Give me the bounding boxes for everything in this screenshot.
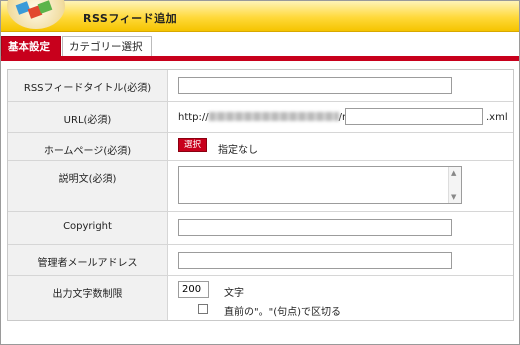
textarea-scrollbar[interactable]: ▲ ▼ (448, 167, 461, 203)
label-feed-title: RSSフィードタイトル(必須) (8, 70, 168, 101)
row-char-limit: 出力文字数制限 文字 直前の"。"(句点)で区切る (8, 276, 513, 320)
row-url: URL(必須) http:///rss/ .xml (8, 102, 513, 133)
header-bar: RSSフィード追加 (1, 0, 519, 32)
label-url: URL(必須) (8, 102, 168, 132)
cut-at-period-checkbox[interactable] (198, 304, 208, 314)
url-suffix: .xml (486, 112, 508, 123)
tab-underline (1, 56, 519, 61)
blurred-domain (208, 111, 339, 121)
row-copyright: Copyright (8, 212, 513, 245)
row-homepage: ホームページ(必須) 選択 指定なし (8, 133, 513, 161)
logo-icon (7, 0, 65, 29)
row-feed-title: RSSフィードタイトル(必須) (8, 70, 513, 102)
scroll-up-icon[interactable]: ▲ (451, 169, 456, 177)
label-copyright: Copyright (8, 212, 168, 244)
cut-at-period-label: 直前の"。"(句点)で区切る (224, 307, 342, 318)
row-admin-email: 管理者メールアドレス (8, 245, 513, 276)
feed-title-input[interactable] (178, 77, 452, 94)
tab-category-select[interactable]: カテゴリー選択 (62, 36, 152, 57)
char-limit-input[interactable] (178, 281, 209, 298)
select-homepage-button[interactable]: 選択 (178, 138, 207, 152)
url-prefix: http:///rss/ (178, 111, 360, 123)
description-textarea[interactable]: ▲ ▼ (178, 166, 462, 204)
page-title: RSSフィード追加 (83, 12, 178, 25)
scroll-down-icon[interactable]: ▼ (451, 193, 456, 201)
admin-email-input[interactable] (178, 252, 452, 269)
url-input[interactable] (345, 108, 483, 125)
label-homepage: ホームページ(必須) (8, 133, 168, 160)
tab-basic-settings[interactable]: 基本設定 (1, 36, 61, 57)
label-char-limit: 出力文字数制限 (8, 276, 168, 320)
settings-form: RSSフィードタイトル(必須) URL(必須) http:///rss/ .xm… (7, 69, 514, 321)
homepage-value: 指定なし (218, 145, 258, 156)
row-description: 説明文(必須) ▲ ▼ (8, 161, 513, 212)
window-frame: RSSフィード追加 基本設定 カテゴリー選択 RSSフィードタイトル(必須) U… (0, 0, 520, 345)
char-limit-unit: 文字 (224, 288, 244, 299)
label-admin-email: 管理者メールアドレス (8, 245, 168, 275)
label-description: 説明文(必須) (8, 161, 168, 211)
copyright-input[interactable] (178, 219, 452, 236)
